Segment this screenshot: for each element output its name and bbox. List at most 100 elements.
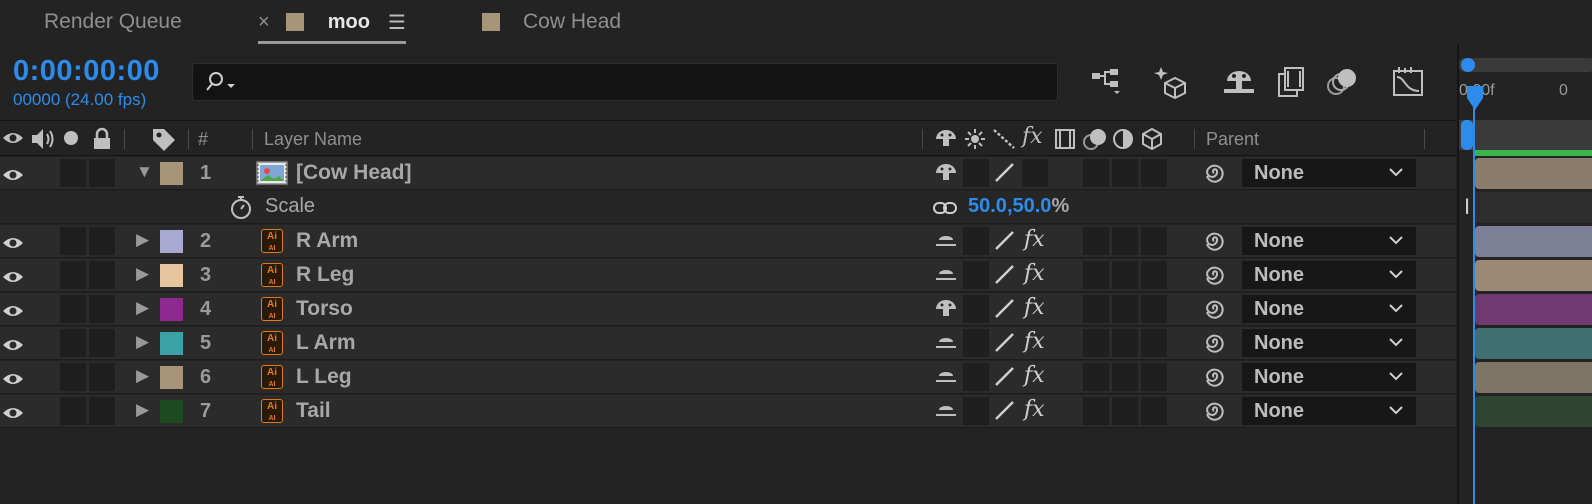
layer-duration-bar[interactable] bbox=[1475, 362, 1592, 393]
layer-label-color[interactable] bbox=[160, 264, 183, 287]
eye-icon[interactable] bbox=[2, 128, 24, 153]
parent-dropdown[interactable]: None bbox=[1242, 295, 1416, 323]
layer-name[interactable]: R Arm bbox=[296, 229, 358, 253]
graph-editor-icon[interactable] bbox=[1390, 64, 1428, 100]
quality-switch-icon[interactable] bbox=[993, 365, 1017, 394]
solo-icon[interactable] bbox=[64, 131, 78, 145]
layer-search-field[interactable] bbox=[192, 63, 1058, 101]
speaker-icon[interactable] bbox=[30, 127, 56, 156]
frame-blend-switch[interactable] bbox=[1083, 261, 1109, 289]
quality-switch-icon[interactable] bbox=[993, 399, 1017, 428]
3d-layer-switch[interactable] bbox=[1141, 159, 1167, 187]
timeline-panel[interactable]: 0:00f 0 I bbox=[1457, 44, 1592, 504]
effects-icon[interactable]: fx bbox=[1024, 363, 1045, 388]
effects-icon[interactable]: fx bbox=[1024, 227, 1045, 252]
current-time-indicator-head[interactable] bbox=[1465, 86, 1485, 117]
solo-toggle[interactable] bbox=[60, 159, 86, 187]
effects-switch[interactable] bbox=[1022, 159, 1048, 187]
collapsed-triangle-icon[interactable]: ▶ bbox=[136, 400, 149, 420]
layer-row[interactable]: ▶ 5 Ai AI L Arm fx None bbox=[0, 327, 1456, 360]
shy-off-switch-icon[interactable] bbox=[934, 400, 958, 427]
lock-icon[interactable] bbox=[92, 127, 112, 156]
solo-toggle[interactable] bbox=[60, 227, 86, 255]
quality-switch-icon[interactable] bbox=[993, 161, 1017, 190]
collapse-switch[interactable] bbox=[963, 227, 989, 255]
shy-off-switch-icon[interactable] bbox=[934, 332, 958, 359]
pick-whip-icon[interactable] bbox=[1202, 297, 1226, 326]
time-navigator-handle[interactable] bbox=[1461, 58, 1475, 72]
pick-whip-icon[interactable] bbox=[1202, 331, 1226, 360]
layer-row[interactable]: ▶ 6 Ai AI L Leg fx None bbox=[0, 361, 1456, 394]
collapse-switch[interactable] bbox=[963, 295, 989, 323]
parent-dropdown[interactable]: None bbox=[1242, 159, 1416, 187]
layer-label-color[interactable] bbox=[160, 230, 183, 253]
collapse-switch[interactable] bbox=[963, 397, 989, 425]
time-navigator-bar[interactable] bbox=[1459, 58, 1592, 72]
parent-dropdown[interactable]: None bbox=[1242, 261, 1416, 289]
scale-x-value[interactable]: 50.0 bbox=[968, 195, 1007, 217]
constrain-proportions-icon[interactable] bbox=[932, 197, 958, 224]
layer-label-color[interactable] bbox=[160, 400, 183, 423]
solo-toggle[interactable] bbox=[60, 261, 86, 289]
motion-blur-switch[interactable] bbox=[1112, 261, 1138, 289]
layer-duration-bar[interactable] bbox=[1475, 396, 1592, 427]
pick-whip-icon[interactable] bbox=[1202, 365, 1226, 394]
lock-toggle[interactable] bbox=[89, 227, 115, 255]
lock-toggle[interactable] bbox=[89, 159, 115, 187]
eye-icon[interactable] bbox=[2, 403, 24, 428]
tab-moo[interactable]: × moo ☰ bbox=[258, 0, 406, 44]
layer-name[interactable]: [Cow Head] bbox=[296, 161, 412, 185]
layer-duration-bar[interactable] bbox=[1475, 260, 1592, 291]
layer-name[interactable]: Torso bbox=[296, 297, 353, 321]
solo-toggle[interactable] bbox=[60, 295, 86, 323]
pick-whip-icon[interactable] bbox=[1202, 263, 1226, 292]
motion-blur-switch[interactable] bbox=[1112, 227, 1138, 255]
layer-duration-bar[interactable] bbox=[1475, 226, 1592, 257]
frame-blending-icon[interactable] bbox=[1272, 64, 1310, 100]
tab-render-queue[interactable]: Render Queue bbox=[44, 0, 182, 44]
quality-switch-icon[interactable] bbox=[993, 263, 1017, 292]
lock-toggle[interactable] bbox=[89, 363, 115, 391]
lock-toggle[interactable] bbox=[89, 261, 115, 289]
collapsed-triangle-icon[interactable]: ▶ bbox=[136, 332, 149, 352]
close-icon[interactable]: × bbox=[258, 11, 270, 34]
layer-row[interactable]: ▶ 3 Ai AI R Leg fx None bbox=[0, 259, 1456, 292]
shy-off-switch-icon[interactable] bbox=[934, 366, 958, 393]
draft-3d-icon[interactable] bbox=[1152, 64, 1190, 100]
shy-switch-icon[interactable] bbox=[934, 298, 958, 325]
layer-label-color[interactable] bbox=[160, 332, 183, 355]
layer-duration-bar[interactable] bbox=[1475, 328, 1592, 359]
collapsed-triangle-icon[interactable]: ▶ bbox=[136, 264, 149, 284]
frame-blend-switch[interactable] bbox=[1083, 227, 1109, 255]
layer-name-header[interactable]: Layer Name bbox=[264, 129, 362, 150]
current-time-display[interactable]: 0:00:00:00 bbox=[13, 55, 160, 88]
motion-blur-icon[interactable] bbox=[1324, 64, 1362, 100]
solo-toggle[interactable] bbox=[60, 329, 86, 357]
frame-blend-switch[interactable] bbox=[1083, 363, 1109, 391]
frame-blend-switch[interactable] bbox=[1083, 159, 1109, 187]
pick-whip-icon[interactable] bbox=[1202, 399, 1226, 428]
property-row-scale[interactable]: Scale 50.0,50.0% bbox=[0, 191, 1456, 224]
eye-icon[interactable] bbox=[2, 335, 24, 360]
collapsed-triangle-icon[interactable]: ▶ bbox=[136, 366, 149, 386]
layer-label-color[interactable] bbox=[160, 298, 183, 321]
label-tag-icon[interactable] bbox=[150, 126, 178, 157]
expanded-triangle-icon[interactable]: ▼ bbox=[136, 162, 153, 182]
motion-blur-switch[interactable] bbox=[1112, 329, 1138, 357]
pick-whip-icon[interactable] bbox=[1202, 229, 1226, 258]
frame-blend-switch[interactable] bbox=[1083, 295, 1109, 323]
current-time-indicator-line[interactable] bbox=[1473, 96, 1475, 504]
layer-row[interactable]: ▶ 2 Ai AI R Arm fx None bbox=[0, 225, 1456, 258]
scale-value[interactable]: 50.0,50.0% bbox=[968, 195, 1069, 218]
effects-icon[interactable]: fx bbox=[1024, 329, 1045, 354]
layer-row[interactable]: ▼ 1 [Cow Head] None bbox=[0, 157, 1456, 190]
layer-duration-bar[interactable] bbox=[1475, 294, 1592, 325]
motion-blur-switch[interactable] bbox=[1112, 363, 1138, 391]
parent-dropdown[interactable]: None bbox=[1242, 363, 1416, 391]
quality-switch-icon[interactable] bbox=[993, 297, 1017, 326]
eye-icon[interactable] bbox=[2, 267, 24, 292]
3d-layer-switch[interactable] bbox=[1141, 329, 1167, 357]
collapse-switch[interactable] bbox=[963, 363, 989, 391]
quality-switch-icon[interactable] bbox=[993, 229, 1017, 258]
parent-dropdown[interactable]: None bbox=[1242, 329, 1416, 357]
